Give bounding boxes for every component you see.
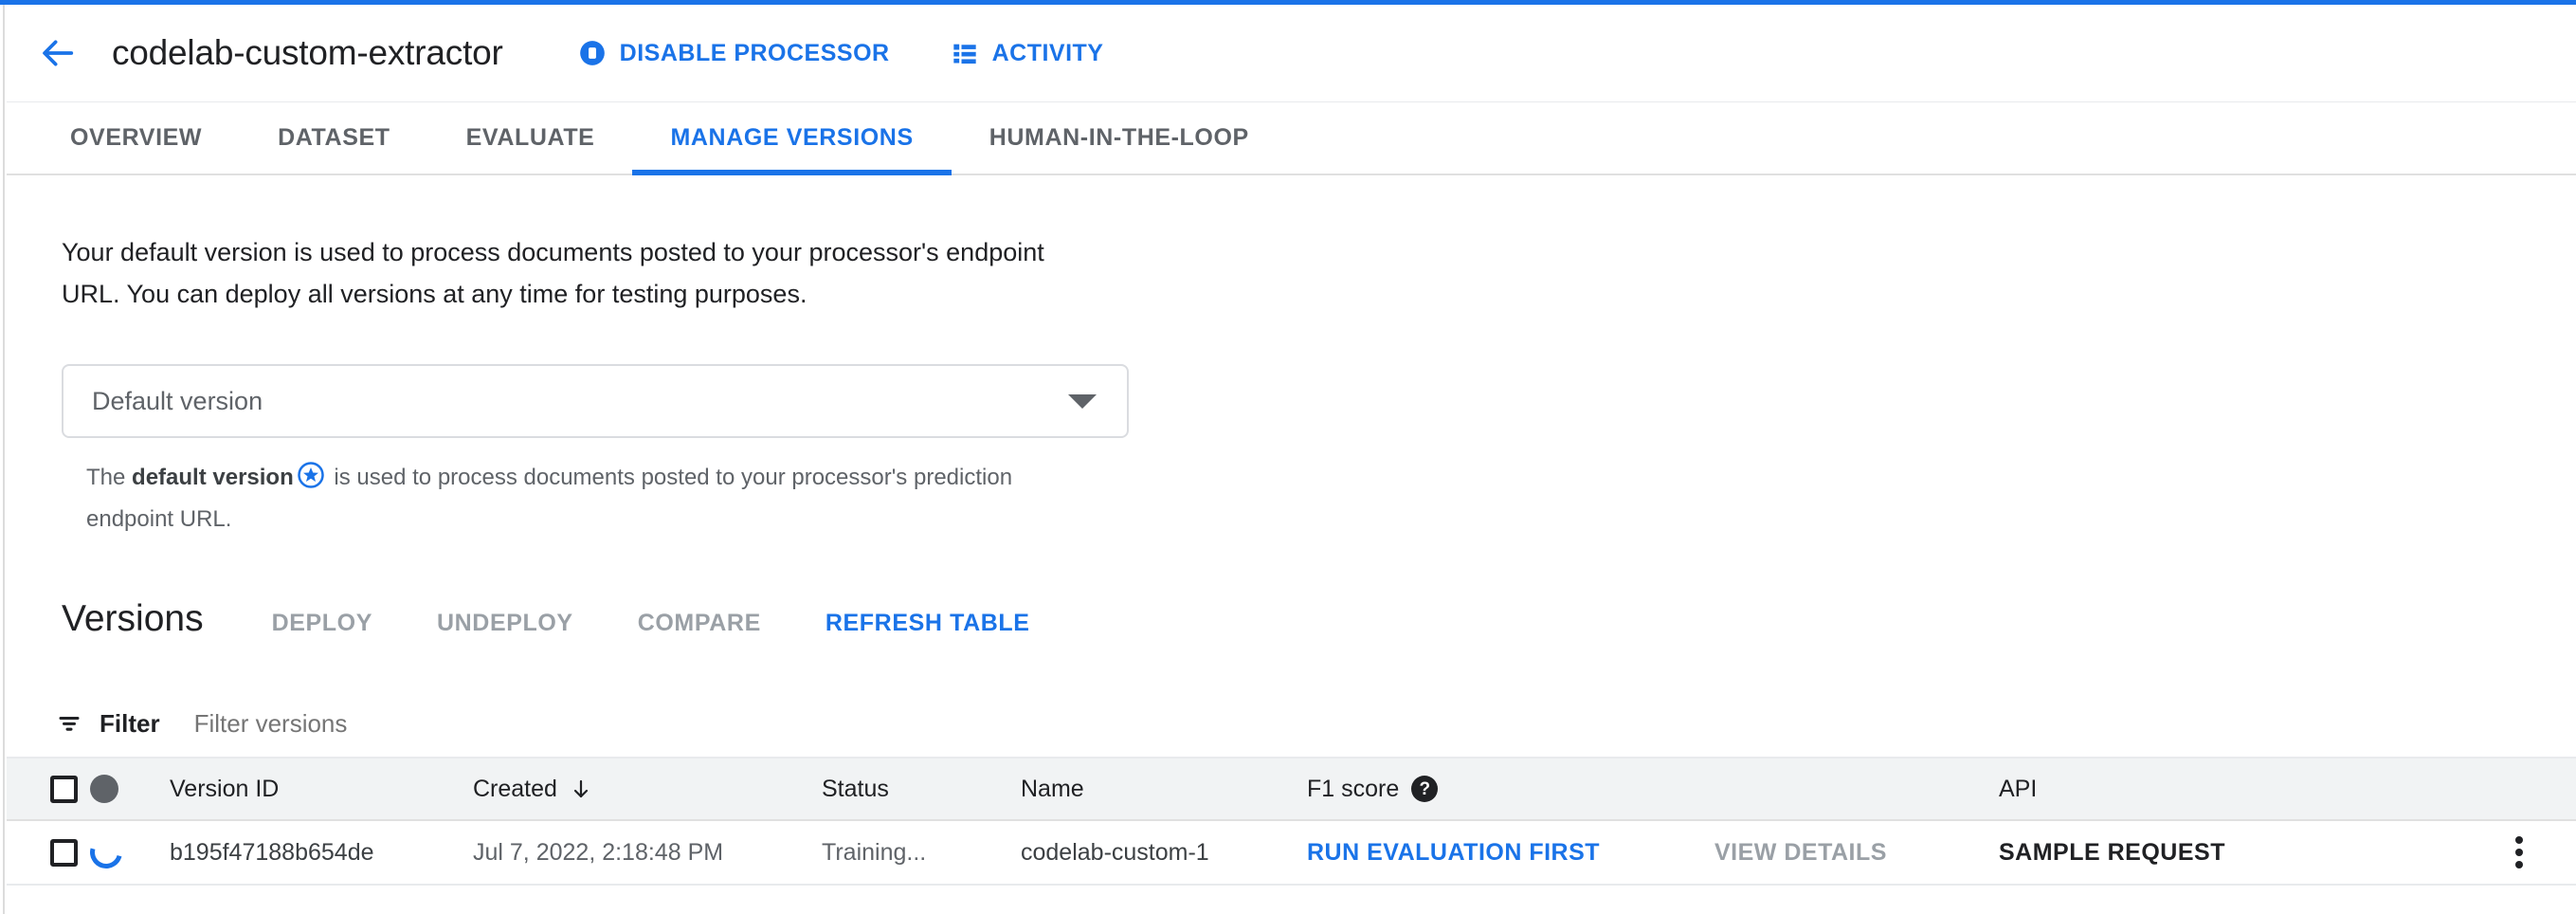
chevron-down-icon [1068, 394, 1097, 409]
column-header-f1-score[interactable]: F1 score ? [1307, 776, 1714, 803]
select-all-checkbox-cell [7, 776, 90, 803]
disable-processor-label: DISABLE PROCESSOR [620, 40, 890, 67]
page-title: codelab-custom-extractor [112, 33, 503, 73]
state-column-header [90, 775, 170, 803]
default-version-helper-text: The default version is used to process d… [86, 459, 1091, 538]
more-vertical-icon[interactable] [2515, 836, 2523, 868]
tab-dataset-label: DATASET [278, 124, 390, 152]
tab-dataset[interactable]: DATASET [240, 102, 428, 174]
column-header-name-label: Name [1021, 776, 1084, 803]
default-version-select[interactable]: Default version [62, 364, 1129, 438]
state-circle-icon [90, 775, 118, 803]
helper-prefix: The [86, 465, 132, 490]
undeploy-button[interactable]: UNDEPLOY [437, 610, 573, 637]
column-header-status[interactable]: Status [822, 776, 1021, 803]
column-header-created-label: Created [473, 776, 557, 803]
main-content: Your default version is used to process … [7, 231, 2576, 886]
versions-toolbar: Versions DEPLOY UNDEPLOY COMPARE REFRESH… [62, 598, 2576, 640]
tab-manage-versions[interactable]: MANAGE VERSIONS [632, 102, 951, 174]
column-header-version-id[interactable]: Version ID [170, 776, 473, 803]
cell-status: Training... [822, 839, 1021, 867]
table-row[interactable]: b195f47188b654de Jul 7, 2022, 2:18:48 PM… [7, 821, 2576, 886]
cell-version-id: b195f47188b654de [170, 839, 473, 867]
page-left-rail [0, 5, 5, 914]
intro-line-2: URL. You can deploy all versions at any … [62, 273, 1152, 315]
table-header-row: Version ID Created Status Name [7, 759, 2576, 821]
tab-human-in-the-loop[interactable]: HUMAN-IN-THE-LOOP [952, 102, 1287, 174]
column-header-created[interactable]: Created [473, 776, 822, 803]
tab-manage-versions-label: MANAGE VERSIONS [670, 124, 913, 152]
run-evaluation-first-link[interactable]: RUN EVALUATION FIRST [1307, 839, 1600, 866]
column-header-status-label: Status [822, 776, 889, 803]
cell-f1-score: RUN EVALUATION FIRST [1307, 839, 1714, 867]
page-container: codelab-custom-extractor DISABLE PROCESS… [7, 5, 2576, 914]
loading-spinner-icon [84, 831, 128, 874]
activity-label: ACTIVITY [992, 40, 1104, 67]
tab-evaluate[interactable]: EVALUATE [428, 102, 633, 174]
column-header-f1-score-label: F1 score [1307, 776, 1399, 803]
app-header: codelab-custom-extractor DISABLE PROCESS… [7, 5, 2576, 102]
star-circle-icon [297, 461, 325, 501]
activity-list-icon [952, 40, 978, 66]
cell-api: SAMPLE REQUEST [1999, 839, 2462, 867]
row-checkbox-cell [7, 839, 90, 867]
default-version-select-value: Default version [92, 387, 1068, 416]
filter-label: Filter [100, 709, 160, 739]
intro-line-1: Your default version is used to process … [62, 231, 1152, 273]
tab-bar: OVERVIEW DATASET EVALUATE MANAGE VERSION… [7, 102, 2576, 175]
versions-heading: Versions [62, 598, 204, 640]
row-select-checkbox[interactable] [50, 839, 78, 867]
refresh-table-button[interactable]: REFRESH TABLE [825, 610, 1030, 637]
compare-button[interactable]: COMPARE [638, 610, 761, 637]
cell-row-menu [2462, 836, 2576, 868]
help-circle-icon[interactable]: ? [1411, 776, 1438, 802]
versions-table: Version ID Created Status Name [7, 759, 2576, 886]
filter-input[interactable] [194, 709, 763, 739]
tab-overview[interactable]: OVERVIEW [32, 102, 240, 174]
deploy-button[interactable]: DEPLOY [272, 610, 372, 637]
select-all-checkbox[interactable] [50, 776, 78, 803]
sample-request-button[interactable]: SAMPLE REQUEST [1999, 839, 2225, 866]
tab-evaluate-label: EVALUATE [466, 124, 595, 152]
column-header-version-id-label: Version ID [170, 776, 279, 803]
intro-text: Your default version is used to process … [62, 231, 1152, 315]
column-header-api-label: API [1999, 776, 2037, 803]
arrow-left-icon [40, 34, 78, 72]
helper-bold: default version [132, 465, 294, 490]
view-details-button[interactable]: VIEW DETAILS [1714, 839, 1887, 866]
filter-bar: Filter [7, 690, 2576, 759]
tab-overview-label: OVERVIEW [70, 124, 202, 152]
disable-processor-button[interactable]: DISABLE PROCESSOR [579, 40, 890, 67]
activity-button[interactable]: ACTIVITY [952, 40, 1104, 67]
column-header-name[interactable]: Name [1021, 776, 1307, 803]
cell-details: VIEW DETAILS [1714, 839, 1999, 867]
arrow-down-icon [570, 777, 592, 801]
column-header-api: API [1999, 776, 2462, 803]
tab-human-in-the-loop-label: HUMAN-IN-THE-LOOP [989, 124, 1249, 152]
row-state-cell [90, 836, 170, 868]
header-actions: DISABLE PROCESSOR ACTIVITY [579, 40, 1104, 67]
stop-circle-icon [579, 40, 606, 66]
filter-icon[interactable] [56, 710, 82, 737]
back-button[interactable] [31, 26, 86, 81]
cell-name: codelab-custom-1 [1021, 839, 1307, 867]
cell-created: Jul 7, 2022, 2:18:48 PM [473, 839, 822, 867]
